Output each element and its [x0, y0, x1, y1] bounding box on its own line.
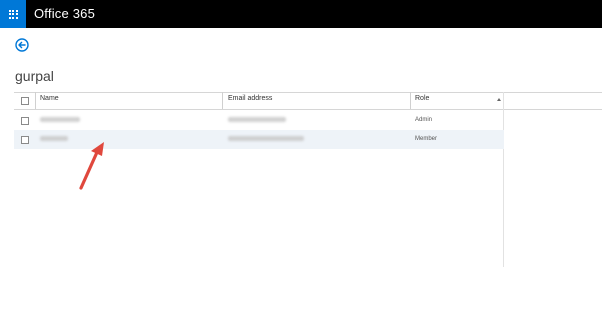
- app-title[interactable]: Office 365: [34, 6, 95, 21]
- select-all-checkbox[interactable]: [21, 97, 29, 105]
- back-arrow-icon[interactable]: [15, 38, 29, 52]
- red-arrow-annotation: [79, 142, 104, 190]
- row-checkbox[interactable]: [21, 117, 29, 125]
- page-title: gurpal: [15, 68, 54, 84]
- role-cell: Member: [415, 136, 438, 142]
- top-bar: Office 365: [0, 0, 602, 28]
- column-separator: [35, 92, 36, 109]
- table-row[interactable]: Admin: [14, 111, 504, 130]
- column-separator: [222, 92, 223, 109]
- grid-header-border: [14, 109, 602, 110]
- app-launcher-button[interactable]: [0, 0, 26, 28]
- grid-header: Name Email address Role: [14, 92, 504, 109]
- column-separator: [410, 92, 411, 109]
- row-checkbox[interactable]: [21, 136, 29, 144]
- column-header-role[interactable]: Role: [415, 95, 429, 102]
- app-launcher-icon: [8, 9, 18, 19]
- column-header-name[interactable]: Name: [40, 95, 59, 102]
- redacted-name: [40, 117, 80, 122]
- redacted-email: [228, 117, 286, 122]
- redacted-name: [40, 136, 68, 141]
- sort-ascending-icon[interactable]: [497, 98, 501, 101]
- column-header-email[interactable]: Email address: [228, 95, 272, 102]
- role-cell: Admin: [415, 117, 433, 123]
- redacted-email: [228, 136, 304, 141]
